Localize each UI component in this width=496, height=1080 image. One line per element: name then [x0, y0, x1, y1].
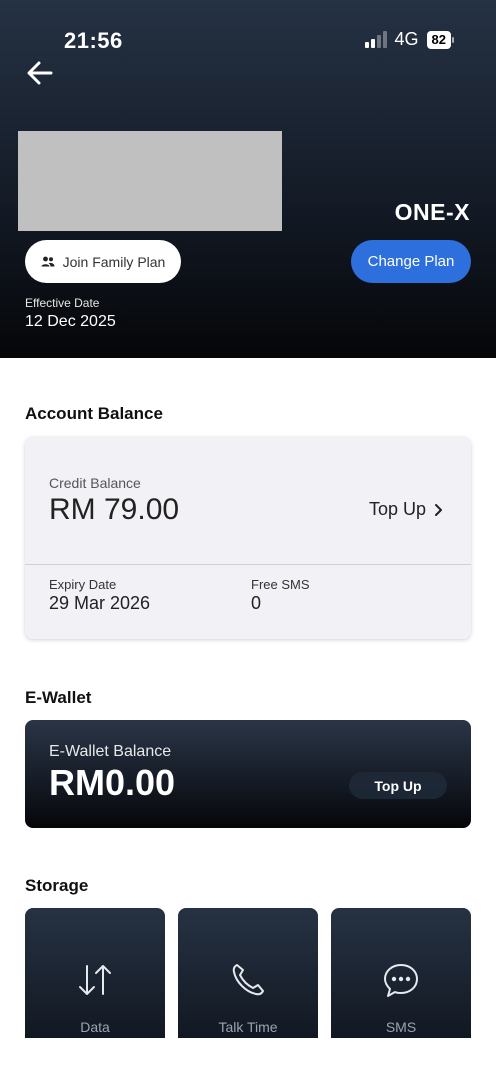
storage-card-talk-time[interactable]: Talk Time — [178, 908, 318, 1038]
people-icon — [41, 256, 55, 266]
data-transfer-icon — [79, 965, 111, 995]
back-arrow-icon[interactable] — [26, 60, 54, 86]
sms-icon — [384, 964, 418, 997]
credit-balance-label: Credit Balance — [49, 475, 141, 491]
ewallet-balance-label: E-Wallet Balance — [49, 743, 172, 760]
signal-icon — [364, 31, 387, 48]
storage-label-talk-time: Talk Time — [218, 1019, 278, 1035]
chevron-right-icon — [435, 503, 442, 516]
expiry-date-label: Expiry Date — [49, 577, 117, 592]
status-time: 21:56 — [64, 28, 123, 53]
credit-balance-value: RM 79.00 — [49, 493, 180, 526]
storage-label-data: Data — [80, 1019, 110, 1035]
credit-top-up-link[interactable]: Top Up — [369, 499, 443, 520]
free-sms-label: Free SMS — [251, 577, 310, 592]
ewallet-card: E-Wallet Balance RM0.00 Top Up — [25, 720, 471, 828]
storage-label-sms: SMS — [385, 1019, 417, 1035]
plan-header: 21:56 4G 82 ONE-X Join Family Plan Chang… — [0, 0, 496, 358]
account-balance-card: Credit Balance RM 79.00 Top Up Expiry Da… — [25, 437, 471, 639]
change-plan-button[interactable]: Change Plan — [351, 240, 471, 283]
expiry-date-value: 29 Mar 2026 — [49, 593, 151, 613]
network-type: 4G — [394, 29, 419, 49]
plan-name: ONE-X — [394, 199, 470, 225]
effective-date-label: Effective Date — [25, 296, 100, 310]
ewallet-top-up-button[interactable]: Top Up — [349, 772, 447, 799]
join-family-plan-button[interactable]: Join Family Plan — [25, 240, 181, 283]
free-sms-value: 0 — [251, 593, 262, 613]
storage-card-data[interactable]: Data — [25, 908, 165, 1038]
status-indicators: 4G 82 — [364, 29, 454, 50]
storage-card-sms[interactable]: SMS — [331, 908, 471, 1038]
redacted-image — [18, 131, 282, 231]
card-divider — [25, 564, 471, 565]
ewallet-balance-value: RM0.00 — [49, 762, 176, 803]
account-balance-title: Account Balance — [25, 404, 163, 423]
phone-icon — [232, 964, 264, 996]
battery-level: 82 — [426, 30, 451, 49]
storage-title: Storage — [25, 876, 89, 895]
credit-top-up-label: Top Up — [368, 499, 426, 519]
battery-icon: 82 — [426, 30, 454, 49]
effective-date-value: 12 Dec 2025 — [25, 313, 116, 330]
ewallet-title: E-Wallet — [25, 688, 92, 707]
join-family-plan-label: Join Family Plan — [62, 253, 166, 270]
